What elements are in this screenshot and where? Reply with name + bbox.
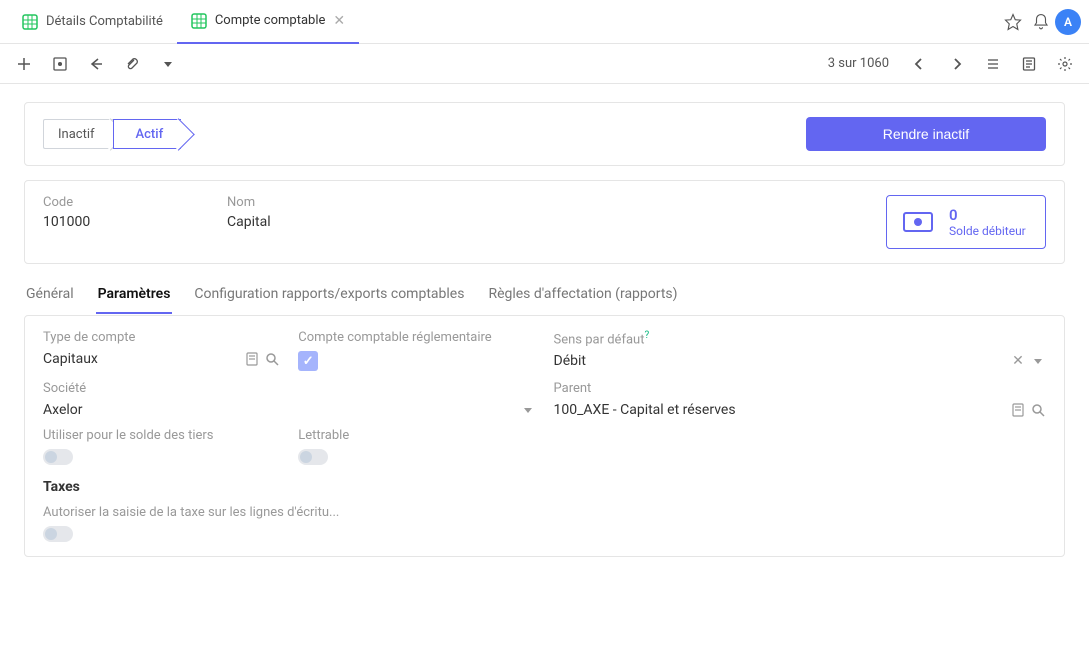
toggle-off[interactable] (43, 449, 73, 465)
money-icon (903, 212, 933, 232)
open-record-icon[interactable] (244, 351, 260, 367)
balance-card[interactable]: 0 Solde débiteur (886, 195, 1046, 249)
attachment-button[interactable] (116, 48, 148, 80)
taxes-heading: Taxes (43, 479, 1046, 495)
field-label: Utiliser pour le solde des tiers (43, 428, 280, 443)
search-icon[interactable] (1030, 402, 1046, 418)
field-label: Sens par défaut? (554, 330, 1047, 347)
save-button[interactable] (44, 48, 76, 80)
summary-card: Code 101000 Nom Capital 0 Solde débiteur (24, 180, 1065, 264)
prev-record-button[interactable] (903, 48, 935, 80)
next-record-button[interactable] (941, 48, 973, 80)
open-record-icon[interactable] (1010, 402, 1026, 418)
chevron-down-icon[interactable] (1030, 353, 1046, 369)
back-button[interactable] (80, 48, 112, 80)
compte-reglementaire-field: Compte comptable réglementaire ✓ (298, 330, 535, 371)
form-view-icon[interactable] (1013, 48, 1045, 80)
chevron-down-icon[interactable] (520, 402, 536, 418)
field-value[interactable]: 100_AXE - Capital et réserves (554, 402, 736, 418)
tab-label: Compte comptable (215, 13, 326, 28)
toolbar: 3 sur 1060 (0, 44, 1089, 84)
grid-icon (22, 14, 38, 30)
status-inactif[interactable]: Inactif (43, 119, 113, 149)
more-dropdown[interactable] (152, 48, 184, 80)
search-icon[interactable] (264, 351, 280, 367)
field-label: Nom (227, 195, 862, 210)
grid-icon (191, 13, 207, 29)
params-panel: Type de compte Capitaux Compte comptable… (24, 315, 1065, 557)
utiliser-solde-field: Utiliser pour le solde des tiers (43, 428, 280, 465)
nom-field: Nom Capital (227, 195, 862, 230)
type-field: Type de compte Capitaux (43, 330, 280, 371)
avatar[interactable]: A (1055, 9, 1081, 35)
field-value[interactable]: Axelor (43, 402, 83, 418)
tab-details-comptabilite[interactable]: Détails Comptabilité (8, 0, 177, 44)
toggle-off[interactable] (298, 449, 328, 465)
toggle-off[interactable] (43, 526, 73, 542)
status-card: Inactif Actif Rendre inactif (24, 102, 1065, 166)
lettrable-field: Lettrable (298, 428, 535, 465)
status-stepper: Inactif Actif (43, 119, 181, 149)
field-label: Compte comptable réglementaire (298, 330, 535, 345)
tab-compte-comptable[interactable]: Compte comptable ✕ (177, 0, 359, 44)
balance-amount: 0 (949, 206, 1026, 224)
subtab-general[interactable]: Général (24, 278, 76, 314)
settings-icon[interactable] (1049, 48, 1081, 80)
bell-icon[interactable] (1027, 8, 1055, 36)
record-navigation: 3 sur 1060 (820, 48, 973, 80)
deactivate-button[interactable]: Rendre inactif (806, 117, 1046, 151)
checkbox-checked[interactable]: ✓ (298, 351, 318, 371)
tab-label: Détails Comptabilité (46, 14, 163, 29)
balance-desc: Solde débiteur (949, 224, 1026, 238)
record-position: 3 sur 1060 (820, 56, 897, 71)
tabs-bar: Détails Comptabilité Compte comptable ✕ … (0, 0, 1089, 44)
field-label: Autoriser la saisie de la taxe sur les l… (43, 505, 545, 520)
societe-field: Société Axelor (43, 381, 536, 418)
subtab-regles[interactable]: Règles d'affectation (rapports) (486, 278, 679, 314)
autoriser-taxe-field: Autoriser la saisie de la taxe sur les l… (43, 505, 545, 542)
field-value[interactable]: Capitaux (43, 351, 98, 367)
status-label: Actif (136, 127, 164, 142)
star-icon[interactable] (999, 8, 1027, 36)
field-label: Type de compte (43, 330, 280, 345)
status-label: Inactif (58, 127, 95, 142)
status-actif[interactable]: Actif (113, 119, 182, 149)
close-icon[interactable]: ✕ (333, 13, 345, 29)
subtab-config[interactable]: Configuration rapports/exports comptable… (192, 278, 466, 314)
add-button[interactable] (8, 48, 40, 80)
field-label: Code (43, 195, 203, 210)
sens-field: Sens par défaut? Débit ✕ (554, 330, 1047, 371)
field-label: Parent (554, 381, 1047, 396)
field-value[interactable]: Capital (227, 214, 862, 230)
code-field: Code 101000 (43, 195, 203, 230)
subtabs: Général Paramètres Configuration rapport… (24, 278, 1065, 315)
clear-icon[interactable]: ✕ (1010, 353, 1026, 369)
avatar-letter: A (1064, 15, 1072, 29)
button-label: Rendre inactif (883, 126, 969, 142)
field-label: Lettrable (298, 428, 535, 443)
help-icon[interactable]: ? (644, 330, 649, 341)
list-view-icon[interactable] (977, 48, 1009, 80)
field-value[interactable]: Débit (554, 353, 586, 369)
parent-field: Parent 100_AXE - Capital et réserves (554, 381, 1047, 418)
field-label: Société (43, 381, 536, 396)
subtab-parametres[interactable]: Paramètres (96, 278, 173, 314)
field-value[interactable]: 101000 (43, 214, 203, 230)
